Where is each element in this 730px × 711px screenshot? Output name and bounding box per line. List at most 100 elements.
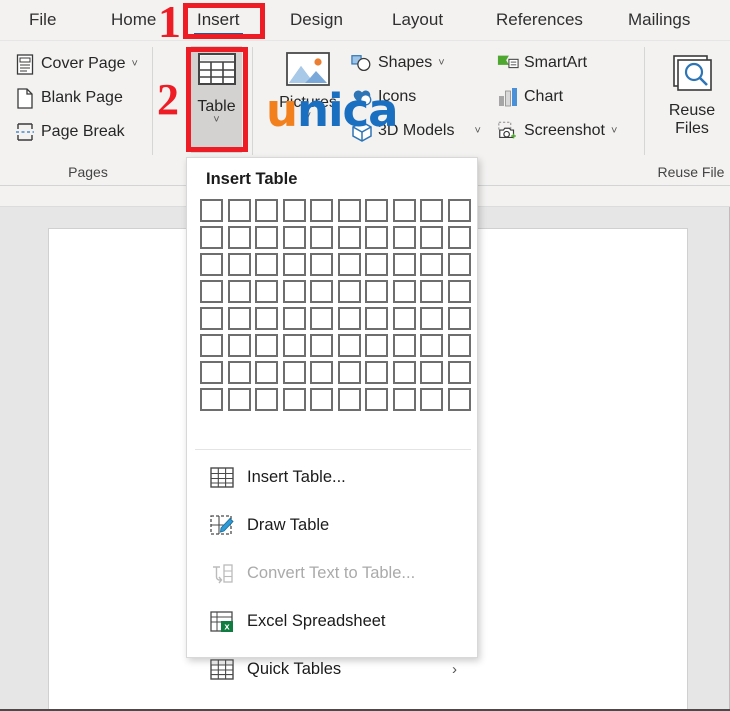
table-grid-cell-2-10[interactable] [448,226,471,249]
table-grid-cell-3-2[interactable] [228,253,251,276]
table-grid-cell-5-8[interactable] [393,307,416,330]
table-grid-cell-8-10[interactable] [448,388,471,411]
table-grid-cell-6-5[interactable] [310,334,333,357]
table-grid-cell-3-9[interactable] [420,253,443,276]
table-grid-cell-1-7[interactable] [365,199,388,222]
table-grid-cell-7-10[interactable] [448,361,471,384]
table-grid-cell-3-5[interactable] [310,253,333,276]
table-grid-cell-8-2[interactable] [228,388,251,411]
table-grid-cell-8-3[interactable] [255,388,278,411]
table-grid-cell-5-1[interactable] [200,307,223,330]
table-grid-cell-1-9[interactable] [420,199,443,222]
tab-file[interactable]: File [22,6,63,34]
table-grid-cell-5-4[interactable] [283,307,306,330]
table-grid-cell-5-6[interactable] [338,307,361,330]
icons-button[interactable]: Icons [351,83,416,111]
table-grid-cell-3-7[interactable] [365,253,388,276]
table-grid-cell-4-2[interactable] [228,280,251,303]
table-grid-cell-7-9[interactable] [420,361,443,384]
smartart-button[interactable]: SmartArt [497,49,587,77]
table-grid-cell-8-6[interactable] [338,388,361,411]
table-grid-cell-4-10[interactable] [448,280,471,303]
page-break-button[interactable]: Page Break [14,118,125,146]
tab-references[interactable]: References [489,6,590,34]
table-grid-cell-2-1[interactable] [200,226,223,249]
table-grid-cell-6-3[interactable] [255,334,278,357]
table-grid-cell-8-1[interactable] [200,388,223,411]
table-grid-cell-1-2[interactable] [228,199,251,222]
table-grid-cell-1-1[interactable] [200,199,223,222]
menu-item-excel-spreadsheet[interactable]: x Excel Spreadsheet [195,602,471,640]
menu-item-quick-tables[interactable]: Quick Tables › [195,650,471,688]
table-grid-cell-8-5[interactable] [310,388,333,411]
table-grid-cell-8-4[interactable] [283,388,306,411]
table-grid-cell-7-6[interactable] [338,361,361,384]
pictures-button[interactable]: Pictures ˅ [271,51,345,121]
tab-design[interactable]: Design [283,6,350,34]
menu-item-draw-table[interactable]: Draw Table [195,506,471,544]
tab-home[interactable]: Home [104,6,163,34]
table-grid-cell-2-5[interactable] [310,226,333,249]
table-grid-cell-4-8[interactable] [393,280,416,303]
reuse-files-button[interactable]: Reuse Files [661,53,723,138]
table-button[interactable]: Table ˅ [191,49,242,125]
table-grid-cell-2-4[interactable] [283,226,306,249]
table-grid-cell-6-8[interactable] [393,334,416,357]
table-size-grid[interactable] [200,199,475,415]
table-grid-cell-2-9[interactable] [420,226,443,249]
table-grid-cell-8-8[interactable] [393,388,416,411]
table-grid-cell-7-4[interactable] [283,361,306,384]
table-grid-cell-5-9[interactable] [420,307,443,330]
table-grid-cell-5-5[interactable] [310,307,333,330]
table-grid-cell-2-3[interactable] [255,226,278,249]
table-grid-cell-1-5[interactable] [310,199,333,222]
menu-item-insert-table[interactable]: Insert Table... [195,458,471,496]
tab-layout[interactable]: Layout [385,6,450,34]
table-grid-cell-4-6[interactable] [338,280,361,303]
table-grid-cell-4-1[interactable] [200,280,223,303]
table-grid-cell-7-2[interactable] [228,361,251,384]
table-grid-cell-7-8[interactable] [393,361,416,384]
tab-mailings[interactable]: Mailings [621,6,697,34]
cover-page-button[interactable]: Cover Page ˅ [14,50,138,78]
table-grid-cell-1-6[interactable] [338,199,361,222]
table-grid-cell-6-10[interactable] [448,334,471,357]
table-grid-cell-2-6[interactable] [338,226,361,249]
table-grid-cell-4-9[interactable] [420,280,443,303]
table-grid-cell-6-9[interactable] [420,334,443,357]
table-grid-cell-1-8[interactable] [393,199,416,222]
table-grid-cell-2-7[interactable] [365,226,388,249]
table-grid-cell-3-8[interactable] [393,253,416,276]
table-grid-cell-3-6[interactable] [338,253,361,276]
table-grid-cell-7-5[interactable] [310,361,333,384]
table-grid-cell-8-9[interactable] [420,388,443,411]
table-grid-cell-4-3[interactable] [255,280,278,303]
tab-insert[interactable]: Insert [190,6,247,34]
table-grid-cell-2-8[interactable] [393,226,416,249]
table-grid-cell-8-7[interactable] [365,388,388,411]
table-grid-cell-1-3[interactable] [255,199,278,222]
table-grid-cell-3-3[interactable] [255,253,278,276]
table-grid-cell-1-4[interactable] [283,199,306,222]
chart-button[interactable]: Chart [497,83,563,111]
table-grid-cell-4-7[interactable] [365,280,388,303]
screenshot-button[interactable]: Screenshot ˅ [497,117,617,145]
table-grid-cell-6-7[interactable] [365,334,388,357]
table-grid-cell-6-1[interactable] [200,334,223,357]
table-grid-cell-7-1[interactable] [200,361,223,384]
shapes-button[interactable]: Shapes ˅ [351,49,445,77]
table-grid-cell-6-4[interactable] [283,334,306,357]
table-grid-cell-5-10[interactable] [448,307,471,330]
table-grid-cell-4-5[interactable] [310,280,333,303]
table-grid-cell-7-7[interactable] [365,361,388,384]
3d-models-button[interactable]: 3D Models ˅ [351,117,481,145]
table-grid-cell-5-3[interactable] [255,307,278,330]
table-grid-cell-4-4[interactable] [283,280,306,303]
table-grid-cell-5-7[interactable] [365,307,388,330]
table-grid-cell-3-1[interactable] [200,253,223,276]
table-grid-cell-2-2[interactable] [228,226,251,249]
blank-page-button[interactable]: Blank Page [14,84,123,112]
table-grid-cell-3-4[interactable] [283,253,306,276]
table-grid-cell-3-10[interactable] [448,253,471,276]
table-grid-cell-6-2[interactable] [228,334,251,357]
